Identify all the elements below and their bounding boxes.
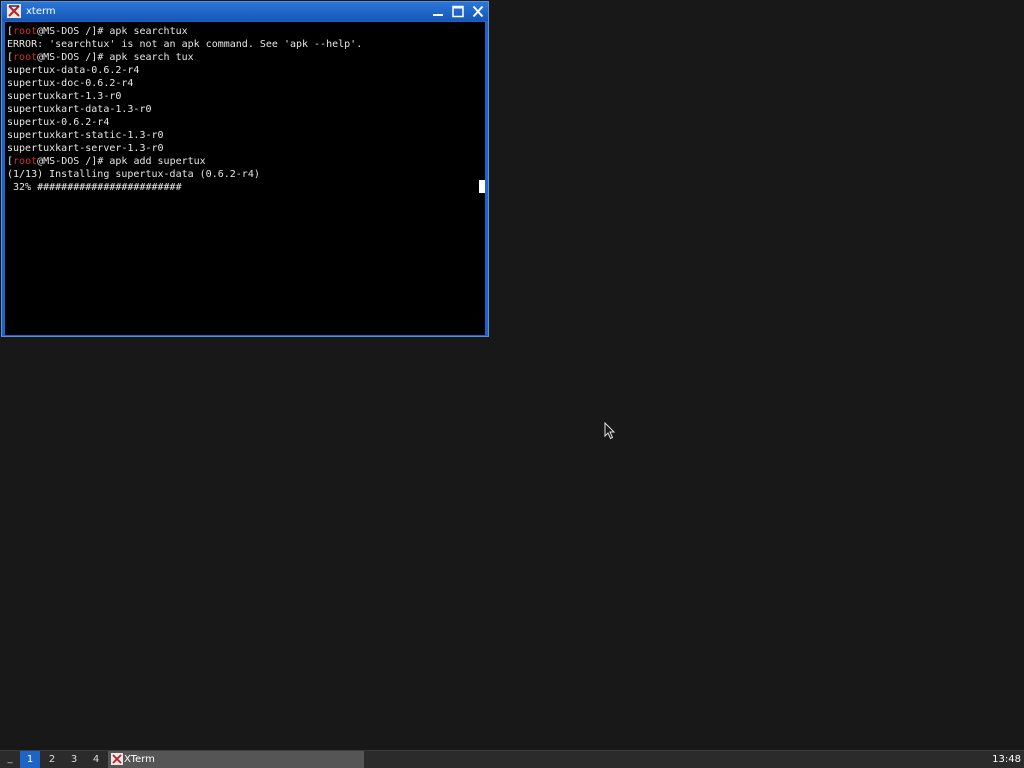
maximize-icon[interactable]: [450, 4, 466, 19]
workspace-button-3[interactable]: 3: [64, 751, 84, 768]
workspace-button-4[interactable]: 4: [86, 751, 106, 768]
window-titlebar[interactable]: xterm: [2, 2, 488, 21]
workspace-button-1[interactable]: 1: [20, 751, 40, 768]
terminal-output-line: supertux-data-0.6.2-r4: [7, 65, 140, 76]
xterm-icon: [111, 753, 123, 765]
terminal-output-line: (1/13) Installing supertux-data (0.6.2-r…: [7, 169, 260, 180]
terminal-output-line: supertuxkart-data-1.3-r0: [7, 104, 152, 115]
terminal-output-line: ERROR: 'searchtux' is not an apk command…: [7, 39, 363, 50]
terminal-area[interactable]: [root@MS-DOS /]# apk searchtux ERROR: 'se…: [5, 22, 485, 335]
taskbar-menu-button[interactable]: _: [2, 751, 18, 768]
terminal-output-line: supertuxkart-server-1.3-r0: [7, 143, 164, 154]
xterm-icon: [7, 4, 21, 18]
taskbar-task-label: XTerm: [124, 754, 155, 765]
terminal-cursor: [479, 180, 485, 193]
minimize-icon[interactable]: [430, 4, 446, 19]
close-icon[interactable]: [470, 4, 486, 19]
terminal-prompt-line: [root@MS-DOS /]# apk add supertux: [7, 155, 477, 168]
terminal-prompt-line: [root@MS-DOS /]# apk searchtux: [7, 25, 477, 38]
prompt-command: apk add supertux: [109, 156, 206, 167]
prompt-host: @MS-DOS /]#: [37, 52, 110, 63]
xterm-window[interactable]: xterm [root@MS-DOS /]# apk searchtux ERRO…: [1, 1, 489, 337]
prompt-user: root: [13, 26, 38, 37]
window-title: xterm: [26, 6, 56, 17]
mouse-pointer-icon: [604, 422, 616, 440]
workspace-button-2[interactable]: 2: [42, 751, 62, 768]
clock: 13:48: [992, 754, 1021, 765]
terminal-output: [root@MS-DOS /]# apk searchtux ERROR: 'se…: [7, 25, 477, 194]
terminal-output-line: supertuxkart-static-1.3-r0: [7, 130, 164, 141]
taskbar: _ 1234 XTerm 13:48: [0, 750, 1024, 768]
prompt-host: @MS-DOS /]#: [37, 156, 110, 167]
prompt-user: root: [13, 156, 38, 167]
taskbar-task-xterm[interactable]: XTerm: [108, 751, 364, 768]
prompt-command: apk search tux: [109, 52, 194, 63]
terminal-output-line: supertuxkart-1.3-r0: [7, 91, 122, 102]
terminal-output-line: supertux-doc-0.6.2-r4: [7, 78, 134, 89]
desktop: xterm [root@MS-DOS /]# apk searchtux ERRO…: [0, 0, 1024, 750]
terminal-prompt-line: [root@MS-DOS /]# apk search tux: [7, 51, 477, 64]
prompt-host: @MS-DOS /]#: [37, 26, 110, 37]
prompt-user: root: [13, 52, 38, 63]
prompt-command: apk searchtux: [109, 26, 188, 37]
terminal-output-line: 32% ########################: [7, 182, 182, 193]
terminal-output-line: supertux-0.6.2-r4: [7, 117, 110, 128]
